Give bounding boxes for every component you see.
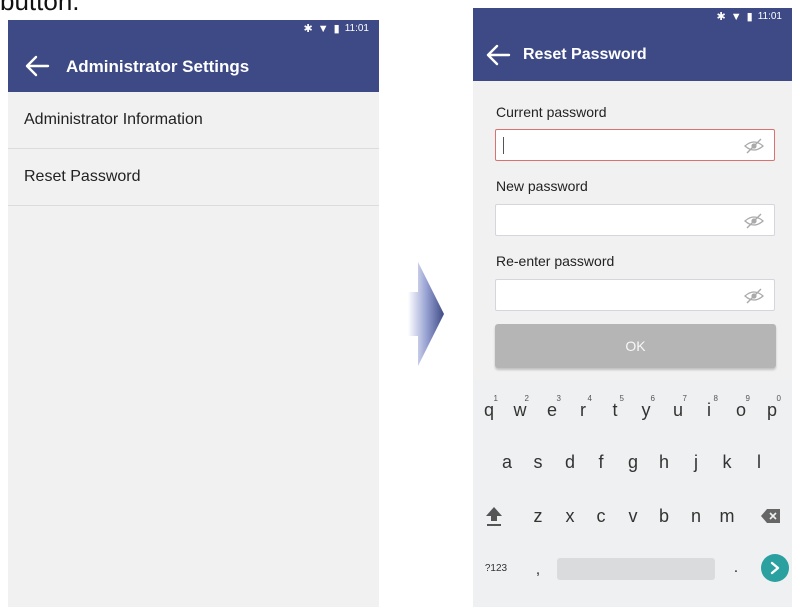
page-title: Reset Password: [523, 46, 647, 63]
soft-keyboard: q1 w2 e3 r4 t5 y6 u7 i8 o9 p0 a s d f g …: [473, 380, 792, 607]
comma-key[interactable]: ,: [525, 550, 551, 590]
back-arrow-icon[interactable]: [24, 55, 50, 77]
current-password-field[interactable]: [495, 129, 775, 162]
key-n[interactable]: n: [683, 496, 709, 536]
menu-item-reset-password[interactable]: Reset Password: [8, 149, 379, 206]
key-e[interactable]: e3: [539, 390, 565, 430]
battery-icon: ▮: [333, 23, 340, 35]
caption-text: button.: [0, 0, 80, 16]
reenter-password-field[interactable]: [495, 279, 775, 312]
enter-key[interactable]: [761, 554, 789, 582]
reset-password-screen: ✱ ▼ ▮ 11:01 Reset Password Current passw…: [473, 8, 792, 607]
chevron-right-icon: [770, 561, 780, 575]
key-u[interactable]: u7: [665, 390, 691, 430]
key-o[interactable]: o9: [728, 390, 754, 430]
key-m[interactable]: m: [714, 496, 740, 536]
key-c[interactable]: c: [588, 496, 614, 536]
backspace-icon: [761, 509, 780, 523]
bluetooth-icon: ✱: [303, 23, 313, 35]
menu-item-administrator-information[interactable]: Administrator Information: [8, 92, 379, 149]
key-l[interactable]: l: [746, 442, 772, 482]
eye-off-icon[interactable]: [744, 288, 764, 304]
bluetooth-icon: ✱: [716, 11, 726, 23]
app-bar: ✱ ▼ ▮ 11:01 Administrator Settings: [8, 20, 379, 92]
key-h[interactable]: h: [651, 442, 677, 482]
reenter-password-label: Re-enter password: [496, 253, 615, 269]
battery-icon: ▮: [746, 11, 753, 23]
key-i[interactable]: i8: [696, 390, 722, 430]
ok-button-label: OK: [625, 338, 646, 354]
ok-button[interactable]: OK: [495, 324, 776, 368]
wifi-icon: ▼: [730, 10, 742, 23]
key-q[interactable]: q1: [476, 390, 502, 430]
key-x[interactable]: x: [557, 496, 583, 536]
back-arrow-icon[interactable]: [485, 44, 511, 66]
wifi-icon: ▼: [317, 22, 329, 35]
backspace-key[interactable]: [758, 496, 784, 536]
eye-off-icon[interactable]: [744, 138, 764, 154]
key-j[interactable]: j: [683, 442, 709, 482]
transition-arrow-icon: [408, 262, 444, 366]
key-z[interactable]: z: [525, 496, 551, 536]
menu-item-label: Administrator Information: [24, 111, 203, 128]
admin-settings-screen: ✱ ▼ ▮ 11:01 Administrator Settings Admin…: [8, 20, 379, 607]
key-k[interactable]: k: [714, 442, 740, 482]
shift-icon: [486, 507, 502, 526]
shift-key[interactable]: [481, 496, 507, 536]
text-cursor: [503, 137, 504, 154]
status-bar: ✱ ▼ ▮ 11:01: [303, 22, 369, 36]
new-password-input[interactable]: [496, 205, 744, 237]
period-key[interactable]: .: [723, 548, 749, 588]
key-s[interactable]: s: [525, 442, 551, 482]
key-b[interactable]: b: [651, 496, 677, 536]
key-a[interactable]: a: [494, 442, 520, 482]
current-password-label: Current password: [496, 104, 607, 120]
key-v[interactable]: v: [620, 496, 646, 536]
key-f[interactable]: f: [588, 442, 614, 482]
status-time: 11:01: [757, 11, 782, 22]
key-w[interactable]: w2: [507, 390, 533, 430]
key-g[interactable]: g: [620, 442, 646, 482]
page-title: Administrator Settings: [66, 57, 250, 76]
new-password-label: New password: [496, 178, 588, 194]
space-key[interactable]: [557, 558, 715, 580]
app-bar: ✱ ▼ ▮ 11:01 Reset Password: [473, 8, 792, 81]
current-password-input[interactable]: [496, 130, 744, 162]
key-p[interactable]: p0: [759, 390, 785, 430]
eye-off-icon[interactable]: [744, 213, 764, 229]
status-bar: ✱ ▼ ▮ 11:01: [716, 10, 782, 24]
status-time: 11:01: [344, 23, 369, 34]
reenter-password-input[interactable]: [496, 280, 744, 312]
symbols-key[interactable]: ?123: [479, 548, 513, 588]
key-y[interactable]: y6: [633, 390, 659, 430]
menu-item-label: Reset Password: [24, 168, 141, 185]
key-t[interactable]: t5: [602, 390, 628, 430]
key-r[interactable]: r4: [570, 390, 596, 430]
new-password-field[interactable]: [495, 204, 775, 237]
key-d[interactable]: d: [557, 442, 583, 482]
